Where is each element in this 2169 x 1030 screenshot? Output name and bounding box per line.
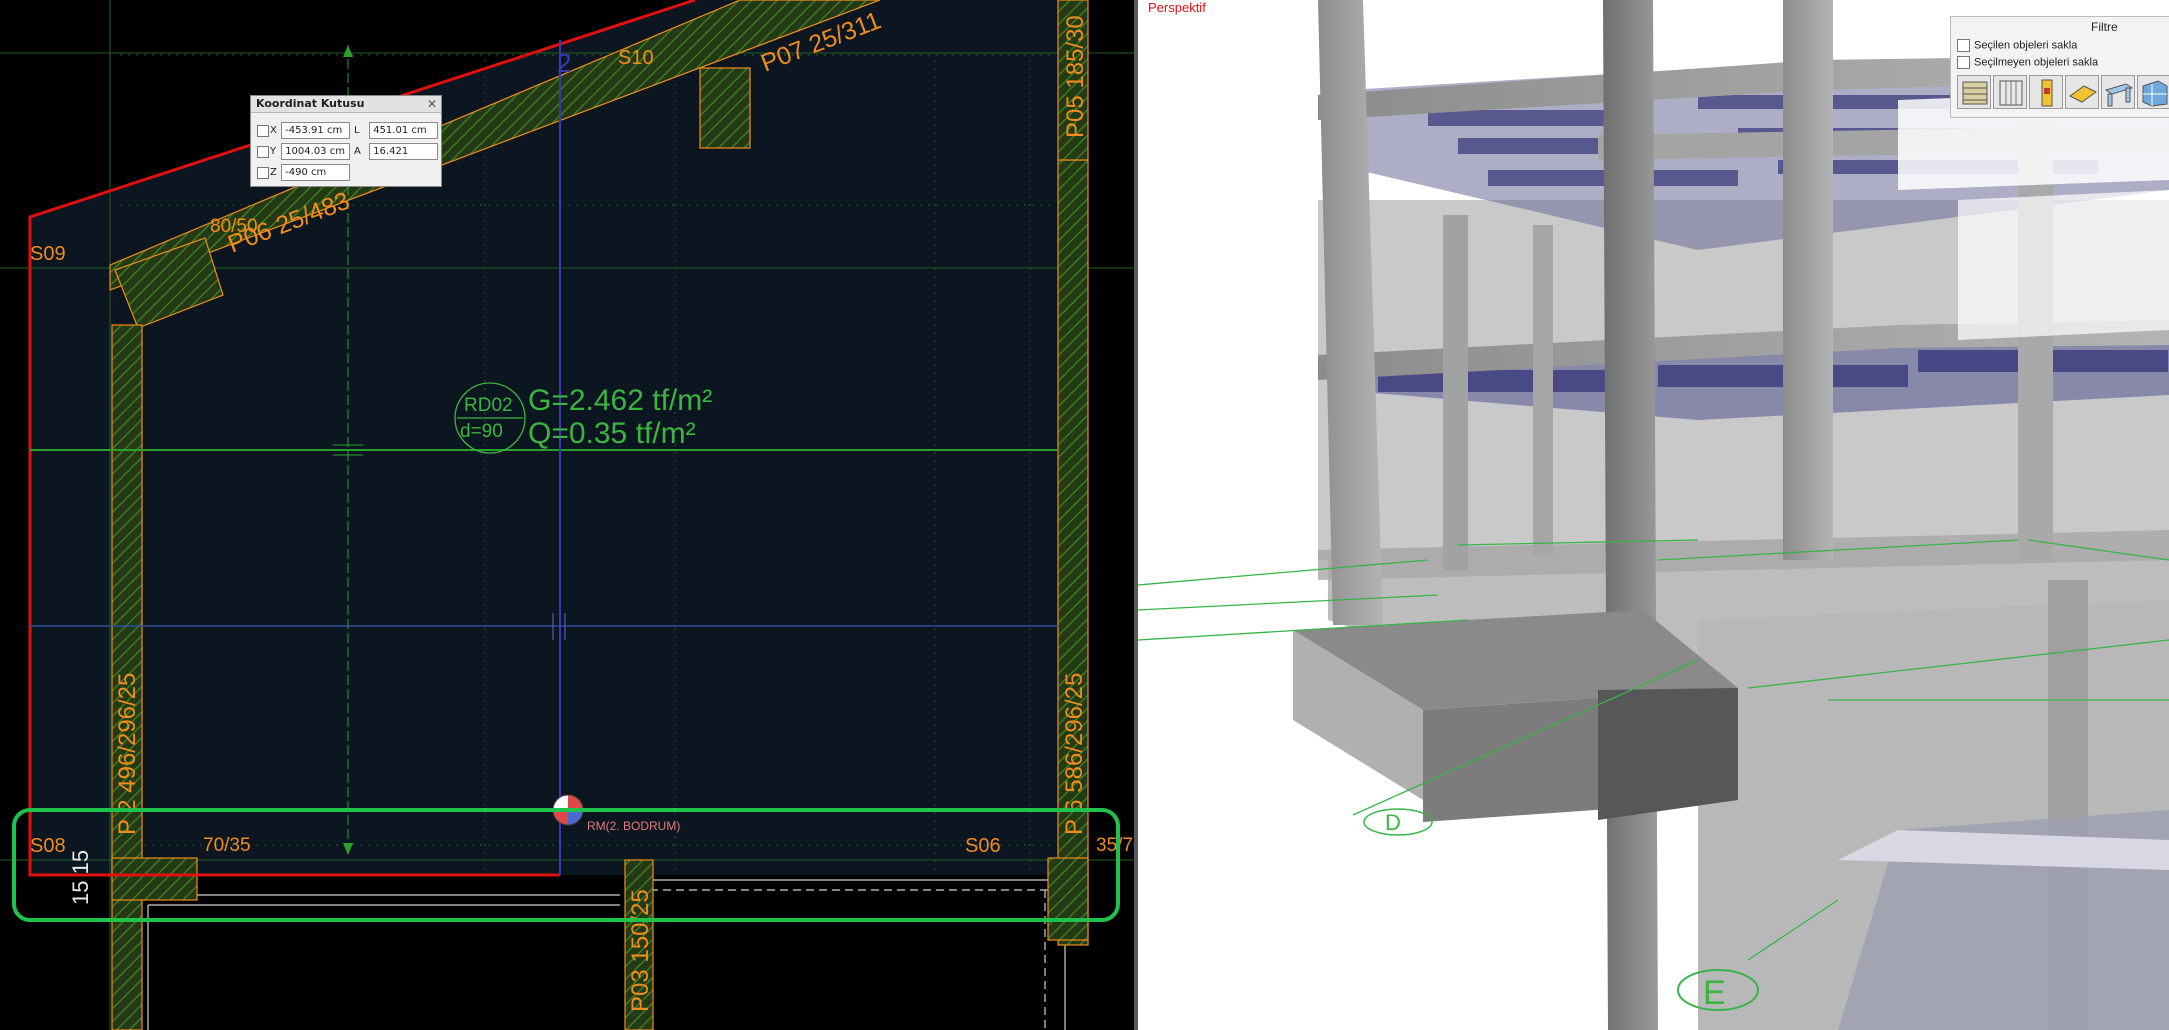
foundation-block-side bbox=[1598, 688, 1738, 820]
coord-l-field[interactable]: 451.01 cm bbox=[369, 122, 439, 139]
label-p05: P05 185/30 bbox=[1062, 15, 1089, 138]
span-arrow bbox=[343, 45, 353, 57]
label-s06: S06 bbox=[965, 835, 1001, 857]
slab-dead-load: G=2.462 tf/m² bbox=[528, 384, 712, 417]
coord-a-field[interactable]: 16.421 bbox=[369, 143, 439, 160]
axis-label-d: D bbox=[1385, 810, 1401, 835]
hide-selected-checkbox[interactable] bbox=[1957, 39, 1970, 52]
coord-row-l: L 451.01 cm bbox=[353, 122, 439, 140]
column-35-70[interactable] bbox=[1047, 857, 1089, 941]
label-70-35: 70/35 bbox=[203, 835, 251, 856]
hide-unselected-label: Seçilmeyen objeleri sakla bbox=[1974, 56, 2099, 69]
coord-z-field[interactable]: -490 cm bbox=[281, 164, 351, 181]
hide-unselected-checkbox[interactable] bbox=[1957, 56, 1970, 69]
label-s10: S10 bbox=[618, 47, 654, 69]
facade-icon[interactable] bbox=[2137, 75, 2169, 109]
coordinate-box-titlebar[interactable]: Koordinat Kutusu ✕ bbox=[251, 96, 441, 113]
column-center bbox=[1603, 0, 1658, 1030]
coord-row-a: A 16.421 bbox=[353, 143, 439, 161]
label-s09: S09 bbox=[30, 243, 66, 265]
coordinate-box-title: Koordinat Kutusu bbox=[256, 97, 365, 110]
slab-thickness: d=90 bbox=[460, 421, 503, 442]
slab-name: RD02 bbox=[464, 395, 513, 416]
lock-z-checkbox[interactable] bbox=[257, 166, 269, 179]
column-right-2 bbox=[2018, 120, 2053, 560]
coord-x-label: X bbox=[270, 125, 277, 136]
column-right-1 bbox=[1783, 0, 1833, 560]
column-mid-back bbox=[1533, 225, 1553, 555]
coord-a-label: A bbox=[354, 146, 361, 157]
origin-marker-label: RM(2. BODRUM) bbox=[587, 819, 680, 833]
beam-icon[interactable] bbox=[2101, 75, 2135, 109]
perspective-view-pane[interactable]: D E Perspektif Filtre Seçilen objeleri s… bbox=[1138, 0, 2169, 1030]
axis-label-e: E bbox=[1703, 974, 1726, 1012]
curtain-wall-icon[interactable] bbox=[1993, 75, 2027, 109]
filter-panel[interactable]: Filtre Seçilen objeleri sakla Seçilmeyen… bbox=[1950, 16, 2169, 118]
perspective-drawing[interactable]: D E bbox=[1138, 0, 2169, 1030]
lock-y-checkbox[interactable] bbox=[257, 145, 269, 158]
slab-live-load: Q=0.35 tf/m² bbox=[528, 417, 696, 450]
column-70-35[interactable] bbox=[111, 857, 198, 901]
view-title: Perspektif bbox=[1148, 0, 1206, 15]
label-80-50: 80/50 bbox=[210, 216, 258, 237]
label-s08: S08 bbox=[30, 835, 66, 857]
lock-x-checkbox[interactable] bbox=[257, 124, 269, 137]
hide-selected-label: Seçilen objeleri sakla bbox=[1974, 39, 2078, 52]
column-icon[interactable] bbox=[2029, 75, 2063, 109]
plan-view-pane[interactable]: 2 S10 S09 S08 S06 P07 25/311 P06 25/483 … bbox=[0, 0, 1134, 1030]
filter-title: Filtre bbox=[2091, 20, 2118, 34]
opening-right-mid bbox=[1958, 190, 2169, 340]
hide-selected-option[interactable]: Seçilen objeleri sakla bbox=[1957, 39, 2077, 52]
column-left-back bbox=[1443, 215, 1468, 570]
coord-row-x: X -453.91 cm bbox=[257, 122, 351, 140]
dimension-15-15: 15 15 bbox=[68, 850, 93, 905]
column-p07[interactable] bbox=[699, 67, 751, 149]
slab-icon[interactable] bbox=[2065, 75, 2099, 109]
cad-application-window: 2 S10 S09 S08 S06 P07 25/311 P06 25/483 … bbox=[0, 0, 2169, 1030]
coord-z-label: Z bbox=[270, 167, 277, 178]
label-35-70: 35/70 bbox=[1096, 835, 1134, 856]
plan-drawing[interactable]: 2 S10 S09 S08 S06 P07 25/311 P06 25/483 … bbox=[0, 0, 1134, 1030]
axis-label-2: 2 bbox=[557, 48, 571, 78]
coordinate-box[interactable]: Koordinat Kutusu ✕ X -453.91 cm Y 1004.0… bbox=[250, 95, 442, 187]
label-p03: P03 150/25 bbox=[627, 889, 654, 1012]
hide-unselected-option[interactable]: Seçilmeyen objeleri sakla bbox=[1957, 56, 2098, 69]
coord-row-y: Y 1004.03 cm bbox=[257, 143, 351, 161]
coord-row-z: Z -490 cm bbox=[257, 164, 351, 182]
coord-y-field[interactable]: 1004.03 cm bbox=[281, 143, 351, 160]
coord-y-label: Y bbox=[270, 146, 277, 157]
close-icon[interactable]: ✕ bbox=[427, 96, 437, 112]
lower-frame-lines bbox=[139, 879, 1066, 1030]
coord-l-label: L bbox=[354, 125, 360, 136]
wall-icon[interactable] bbox=[1957, 75, 1991, 109]
coord-x-field[interactable]: -453.91 cm bbox=[281, 122, 351, 139]
